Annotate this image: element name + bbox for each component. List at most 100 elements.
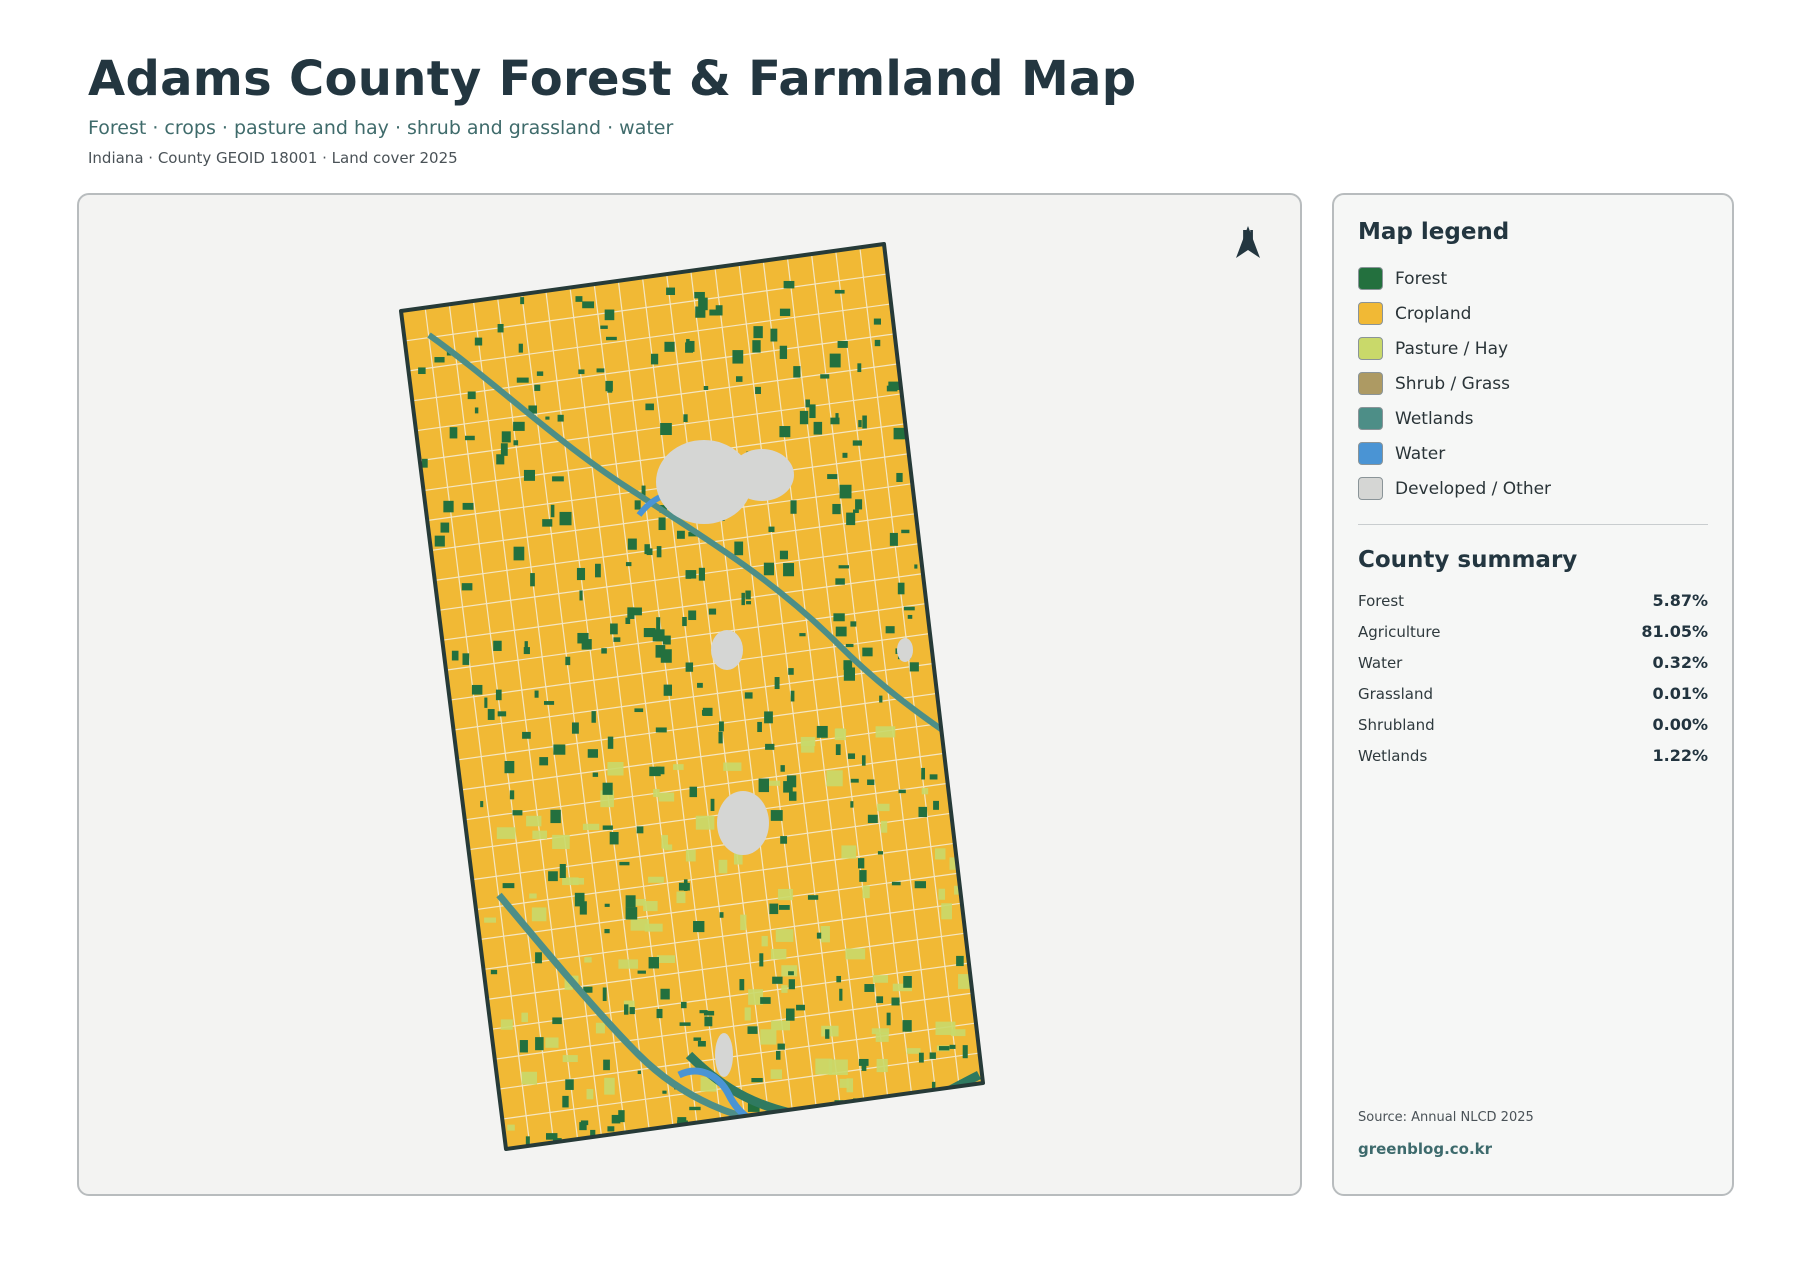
forest-patch (835, 578, 845, 585)
forest-patch (604, 309, 615, 321)
legend-item-wetlands: Wetlands (1358, 401, 1708, 436)
forest-patch (891, 997, 900, 1006)
pasture-patch (875, 726, 896, 738)
forest-patch (876, 996, 884, 1004)
forest-patch (956, 955, 964, 967)
legend-label: Forest (1395, 268, 1448, 289)
legend-divider (1358, 524, 1708, 525)
summary-label: Shrubland (1358, 715, 1435, 734)
forest-patch (836, 975, 842, 983)
forest-patch (574, 892, 585, 907)
forest-patch (467, 391, 476, 400)
legend-title: Map legend (1358, 219, 1510, 245)
summary-row-forest: Forest 5.87% (1358, 585, 1708, 616)
forest-patch (605, 380, 613, 392)
forest-patch (552, 1017, 562, 1025)
side-panel: Map legend Forest Cropland Pasture / Hay… (1332, 193, 1734, 1196)
forest-patch (504, 760, 515, 774)
forest-patch (859, 870, 867, 882)
county-map[interactable] (79, 195, 1302, 1196)
forest-patch (896, 472, 903, 483)
forest-patch (746, 601, 752, 605)
pasture-patch (770, 948, 787, 960)
forest-patch (783, 280, 795, 289)
forest-patch (777, 1043, 785, 1050)
cropland-swatch (1358, 302, 1383, 325)
forest-patch (646, 548, 653, 556)
forest-patch (788, 791, 797, 801)
forest-patch (857, 363, 862, 373)
forest-patch (613, 637, 621, 642)
forest-patch (835, 744, 841, 756)
forest-patch (886, 1012, 891, 1026)
forest-patch (889, 532, 898, 546)
legend-item-developed-other: Developed / Other (1358, 471, 1708, 506)
pasture-patch (872, 975, 889, 983)
pasture-patch (526, 815, 542, 827)
forest-patch (918, 806, 928, 818)
forest-patch (788, 979, 795, 990)
pasture-patch (723, 762, 742, 771)
forest-patch (796, 1004, 805, 1011)
pasture-patch (820, 926, 830, 943)
legend-item-water: Water (1358, 436, 1708, 471)
pasture-patch (507, 1124, 515, 1131)
page-subtitle: Forest · crops · pasture and hay · shrub… (88, 117, 674, 139)
map-panel[interactable]: N (77, 193, 1302, 1196)
forest-patch (858, 1058, 869, 1066)
forest-patch (770, 810, 783, 821)
forest-patch (660, 988, 670, 1000)
forest-patch (904, 606, 915, 611)
forest-patch (763, 562, 775, 576)
forest-patch (874, 339, 881, 347)
forest-patch (625, 907, 638, 920)
forest-patch (535, 1037, 544, 1051)
pasture-patch (771, 1020, 790, 1031)
forest-patch (462, 502, 474, 510)
legend-label: Cropland (1395, 303, 1472, 324)
forest-patch (421, 458, 428, 468)
forest-patch (783, 563, 795, 577)
legend-item-pasture-hay: Pasture / Hay (1358, 331, 1708, 366)
forest-patch (596, 368, 605, 373)
forest-patch (552, 476, 564, 482)
forest-patch (462, 653, 470, 665)
forest-patch (719, 912, 724, 918)
pasture-patch (545, 1037, 559, 1048)
legend-item-forest: Forest (1358, 261, 1708, 296)
forest-patch (772, 976, 783, 984)
forest-patch (530, 573, 535, 587)
forest-patch (745, 590, 751, 600)
forest-patch (846, 512, 856, 526)
summary-label: Wetlands (1358, 746, 1428, 765)
pasture-patch (664, 844, 673, 851)
forest-patch (656, 766, 665, 775)
shrub-grass-swatch (1358, 372, 1383, 395)
forest-patch (656, 546, 662, 558)
forest-patch (500, 443, 508, 456)
forest-patch (618, 1110, 625, 1123)
pasture-patch (607, 762, 624, 776)
forest-patch (697, 682, 703, 688)
forest-patch (662, 1090, 667, 1094)
pasture-patch (586, 1088, 594, 1100)
forest-patch (949, 1044, 956, 1049)
forest-patch (832, 503, 841, 515)
pasture-patch (653, 789, 660, 797)
forest-patch (509, 790, 515, 800)
pasture-patch (618, 959, 639, 969)
summary-value: 0.32% (1652, 653, 1708, 672)
forest-patch (449, 427, 458, 439)
forest-patch (704, 1016, 713, 1027)
forest-patch (741, 592, 745, 606)
website-link[interactable]: greenblog.co.kr (1358, 1140, 1492, 1158)
forest-patch (502, 883, 515, 889)
forest-patch (739, 979, 745, 991)
forest-patch (685, 662, 694, 672)
forest-patch (523, 647, 530, 655)
forest-swatch (1358, 267, 1383, 290)
forest-patch (520, 297, 525, 305)
summary-row-wetlands: Wetlands 1.22% (1358, 740, 1708, 771)
summary-label: Water (1358, 653, 1403, 672)
pasture-patch (484, 917, 496, 923)
